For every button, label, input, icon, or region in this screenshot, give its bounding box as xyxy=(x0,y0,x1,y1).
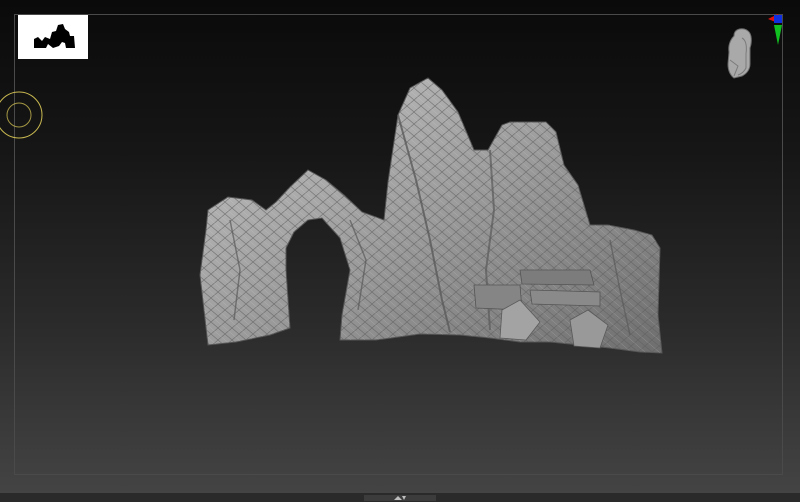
3d-viewport[interactable] xyxy=(0,0,800,502)
y-axis-arrow-icon xyxy=(774,25,782,45)
silhouette-thumbnail[interactable] xyxy=(18,15,88,59)
z-axis-box-icon xyxy=(774,15,782,23)
expand-handle-icon[interactable] xyxy=(364,495,436,501)
head-navcube-icon[interactable] xyxy=(716,12,788,90)
rotate-ring-icon[interactable] xyxy=(0,90,44,140)
rock-arch-sculpt[interactable] xyxy=(190,70,670,360)
silhouette-thumbnail-icon xyxy=(34,24,75,48)
